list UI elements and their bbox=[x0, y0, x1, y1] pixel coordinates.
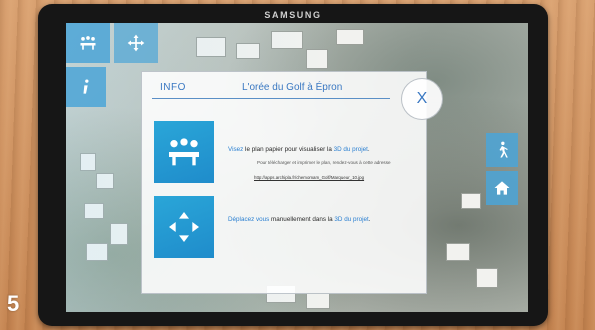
move-arrows-icon bbox=[127, 34, 145, 52]
instruction-scan-verb: Visez bbox=[228, 146, 244, 153]
walk-icon bbox=[499, 141, 508, 158]
info-label: INFO bbox=[160, 82, 186, 93]
home-button[interactable] bbox=[486, 171, 518, 205]
step-number: 5 bbox=[7, 291, 20, 316]
close-button[interactable]: X bbox=[401, 78, 443, 120]
meeting-icon bbox=[80, 36, 96, 50]
instruction-scan-text: le plan papier pour visualiser la bbox=[243, 146, 334, 153]
scan-plan-tile bbox=[154, 121, 214, 183]
move-arrows-icon bbox=[169, 212, 199, 242]
meeting-button[interactable] bbox=[66, 23, 110, 63]
instruction-scan-target: 3D du projet bbox=[333, 146, 368, 153]
panel-title: L'orée du Golf à Épron bbox=[242, 82, 343, 93]
tablet-screen: INFO L'orée du Golf à Épron X Visez le p… bbox=[66, 23, 528, 312]
instruction-move-verb: Déplacez vous bbox=[228, 216, 270, 223]
instruction-scan-end: . bbox=[367, 146, 370, 153]
instruction-move-end: . bbox=[368, 216, 371, 223]
meeting-icon bbox=[169, 138, 199, 166]
brand-logo: SAMSUNG bbox=[264, 10, 322, 20]
panel-header: INFO L'orée du Golf à Épron bbox=[152, 80, 390, 99]
download-link[interactable]: http://apps.archipla.fr/chemomam_Golf/Ma… bbox=[254, 175, 364, 180]
info-icon bbox=[83, 79, 89, 94]
instruction-move: Déplacez vous manuellement dans la 3D du… bbox=[228, 216, 370, 223]
instruction-move-target: 3D du projet bbox=[334, 216, 369, 223]
instruction-scan: Visez le plan papier pour visualiser la … bbox=[228, 146, 370, 153]
instruction-move-text: manuellement dans la bbox=[269, 216, 335, 223]
move-button[interactable] bbox=[114, 23, 158, 63]
download-note: Pour télécharger et imprimer le plan, re… bbox=[257, 160, 391, 165]
home-icon bbox=[494, 181, 510, 195]
info-button[interactable] bbox=[66, 67, 106, 107]
walk-button[interactable] bbox=[486, 133, 518, 167]
close-icon: X bbox=[416, 90, 428, 107]
move-tile bbox=[154, 196, 214, 258]
